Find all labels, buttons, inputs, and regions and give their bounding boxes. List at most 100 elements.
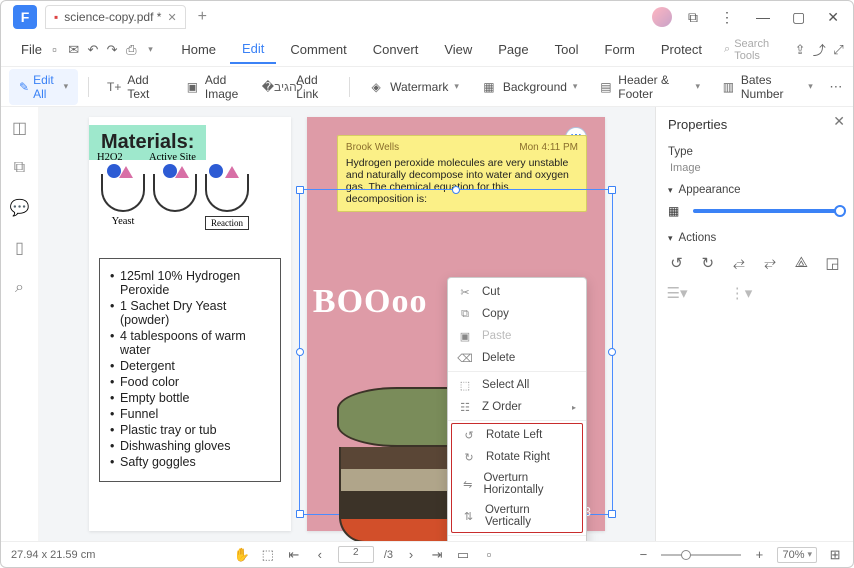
- fit-page-icon[interactable]: ▫: [481, 547, 497, 562]
- menu-protect[interactable]: Protect: [649, 36, 714, 63]
- edit-all-button[interactable]: ✎ Edit All ▾: [9, 69, 78, 105]
- watermark-button[interactable]: ◈Watermark▾: [360, 75, 467, 99]
- prev-page-icon[interactable]: ‹: [312, 547, 328, 562]
- export-icon[interactable]: ⤴: [811, 39, 828, 61]
- maximize-icon[interactable]: ▢: [786, 5, 811, 30]
- zoom-select[interactable]: 70%▾: [777, 547, 817, 563]
- menu-comment[interactable]: Comment: [278, 36, 358, 63]
- paste-icon: ▣: [458, 329, 472, 343]
- avatar-icon[interactable]: [652, 7, 672, 27]
- select-tool-icon[interactable]: ⬚: [260, 547, 276, 563]
- opacity-slider[interactable]: ▦: [668, 204, 841, 218]
- cm-paste: ▣Paste: [448, 325, 586, 347]
- share-cloud-icon[interactable]: ⇪: [791, 39, 808, 61]
- context-menu: ✂Cut ⧉Copy ▣Paste ⌫Delete ⬚Select All ☷Z…: [447, 277, 587, 541]
- app-icon[interactable]: F: [13, 5, 37, 29]
- share-icon[interactable]: ⧉: [682, 5, 704, 30]
- cm-delete[interactable]: ⌫Delete: [448, 347, 586, 369]
- bates-numbers-button[interactable]: ▥Bates Number▾: [714, 69, 821, 105]
- align-left-icon[interactable]: ☰▾: [668, 284, 686, 302]
- chevron-down-icon: ▾: [668, 233, 673, 244]
- zoom-out-icon[interactable]: −: [635, 547, 651, 562]
- last-page-icon[interactable]: ⇥: [429, 547, 445, 563]
- appearance-section[interactable]: ▾Appearance: [668, 184, 841, 196]
- cut-icon: ✂: [458, 285, 472, 299]
- flip-h-icon[interactable]: ⥄: [730, 254, 747, 272]
- list-item: 1 Sachet Dry Yeast (powder): [110, 299, 270, 327]
- redo-icon[interactable]: ↷: [104, 39, 121, 61]
- list-item: 4 tablespoons of warm water: [110, 329, 270, 357]
- add-link-button[interactable]: �להגיבAdd Link: [266, 69, 339, 105]
- fit-width-icon[interactable]: ▭: [455, 547, 471, 563]
- expand-icon[interactable]: ⤢: [830, 39, 847, 61]
- rotate-left-icon[interactable]: ↺: [668, 254, 685, 272]
- flip-v-icon[interactable]: ⥂: [762, 254, 779, 272]
- cm-save-image[interactable]: ⬚Save Image As: [448, 538, 586, 541]
- page-total: /3: [384, 549, 393, 561]
- tab-title: science-copy.pdf *: [64, 10, 161, 24]
- toolbar-overflow-icon[interactable]: ⋯: [827, 76, 845, 98]
- thumbnails-icon[interactable]: ◫: [11, 119, 29, 137]
- menu-form[interactable]: Form: [593, 36, 647, 63]
- document-tab[interactable]: ▪ science-copy.pdf * ✕: [45, 5, 186, 29]
- menu-edit[interactable]: Edit: [230, 35, 276, 64]
- distribute-h-icon[interactable]: ⋮▾: [732, 284, 750, 302]
- print-icon[interactable]: ⎙: [123, 39, 140, 61]
- copy-icon: ⧉: [458, 307, 472, 321]
- menu-page[interactable]: Page: [486, 36, 540, 63]
- actions-section[interactable]: ▾Actions: [668, 232, 841, 244]
- print-caret-icon[interactable]: ▾: [142, 39, 159, 61]
- bookmarks-icon[interactable]: ⧉: [11, 159, 29, 177]
- page-dimensions: 27.94 x 21.59 cm: [11, 549, 95, 561]
- comments-icon[interactable]: 💬: [11, 199, 29, 217]
- menu-view[interactable]: View: [432, 36, 484, 63]
- bates-icon: ▥: [722, 79, 735, 95]
- crop-icon[interactable]: ⟁: [793, 254, 810, 272]
- menu-tool[interactable]: Tool: [543, 36, 591, 63]
- canvas[interactable]: Materials: H2O2 Yeast Active Site Reacti…: [39, 107, 655, 541]
- cm-overturn-v[interactable]: ⇅Overturn Vertically: [452, 500, 582, 532]
- add-image-button[interactable]: ▣Add Image: [178, 69, 260, 105]
- menu-home[interactable]: Home: [169, 36, 228, 63]
- close-panel-icon[interactable]: ✕: [833, 113, 845, 130]
- cm-cut[interactable]: ✂Cut: [448, 281, 586, 303]
- list-item: Plastic tray or tub: [110, 423, 270, 437]
- zoom-in-icon[interactable]: +: [751, 547, 767, 562]
- minimize-icon[interactable]: —: [750, 5, 776, 29]
- attachments-icon[interactable]: ▯: [11, 239, 29, 257]
- page-input[interactable]: 2: [338, 546, 374, 563]
- menu-file[interactable]: File: [7, 36, 44, 63]
- menu-convert[interactable]: Convert: [361, 36, 431, 63]
- cm-copy[interactable]: ⧉Copy: [448, 303, 586, 325]
- search-tools[interactable]: ⌕ Search Tools: [716, 38, 789, 62]
- watermark-icon: ◈: [368, 79, 384, 95]
- background-button[interactable]: ▦Background▾: [473, 75, 586, 99]
- cm-select-all[interactable]: ⬚Select All: [448, 374, 586, 396]
- undo-icon[interactable]: ↶: [84, 39, 101, 61]
- cm-overturn-h[interactable]: ⇋Overturn Horizontally: [452, 468, 582, 500]
- cm-rotate-right[interactable]: ↻Rotate Right: [452, 446, 582, 468]
- flip-h-icon: ⇋: [462, 477, 473, 491]
- kebab-menu-icon[interactable]: ⋮: [714, 5, 740, 30]
- flip-v-icon: ⇅: [462, 509, 475, 523]
- replace-icon[interactable]: ◲: [824, 254, 841, 272]
- read-mode-icon[interactable]: ⊞: [827, 547, 843, 563]
- header-footer-button[interactable]: ▤Header & Footer▾: [591, 69, 708, 105]
- add-text-button[interactable]: T+Add Text: [99, 69, 172, 105]
- hand-tool-icon[interactable]: ✋: [234, 547, 250, 563]
- delete-icon: ⌫: [458, 351, 472, 365]
- rotate-right-icon[interactable]: ↻: [699, 254, 716, 272]
- search-panel-icon[interactable]: ⌕: [11, 279, 29, 297]
- close-window-icon[interactable]: ✕: [821, 5, 845, 30]
- mail-icon[interactable]: ✉: [65, 39, 82, 61]
- checkerboard-icon: ▦: [668, 204, 679, 218]
- first-page-icon[interactable]: ⇤: [286, 547, 302, 563]
- zoom-slider[interactable]: [661, 554, 741, 556]
- text-icon: T+: [107, 79, 121, 95]
- new-tab-button[interactable]: +: [192, 6, 213, 28]
- next-page-icon[interactable]: ›: [403, 547, 419, 562]
- cm-rotate-left[interactable]: ↺Rotate Left: [452, 424, 582, 446]
- cm-z-order[interactable]: ☷Z Order▸: [448, 396, 586, 418]
- save-icon[interactable]: ▫: [46, 39, 63, 61]
- close-tab-icon[interactable]: ✕: [167, 11, 176, 24]
